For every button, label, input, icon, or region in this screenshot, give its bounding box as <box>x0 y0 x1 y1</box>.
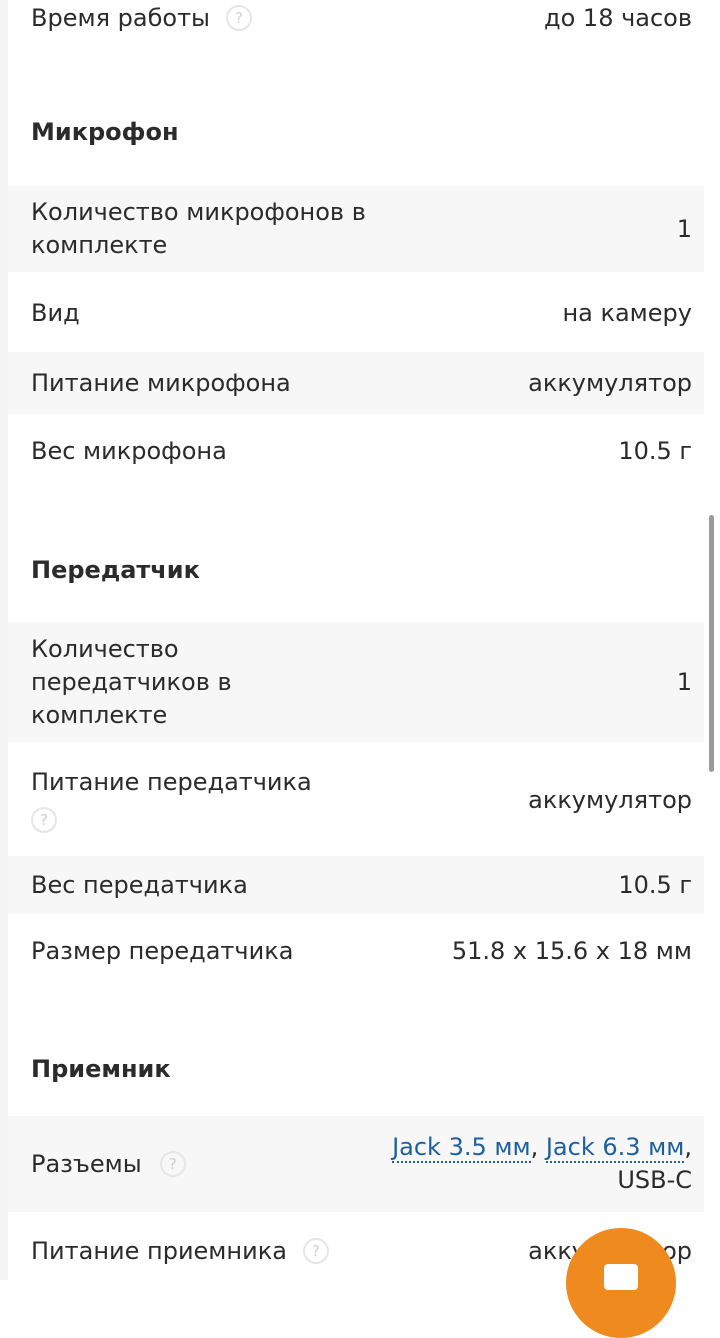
spec-label: Питание приемника ? <box>31 1235 329 1268</box>
scrollbar[interactable] <box>709 515 714 772</box>
spec-row-tx-size: Размер передатчика 51.8 x 15.6 x 18 мм <box>8 920 704 982</box>
help-icon[interactable]: ? <box>226 5 252 31</box>
spec-row-mic-count: Количество микрофонов в комплекте 1 <box>8 186 704 272</box>
section-title-receiver: Приемник <box>31 1055 171 1083</box>
help-icon[interactable]: ? <box>31 807 57 834</box>
spec-value: аккумулятор <box>528 785 692 814</box>
section-title-microphone: Микрофон <box>31 118 179 146</box>
spec-value: 10.5 г <box>618 870 692 899</box>
spec-label: Размер передатчика <box>31 936 294 965</box>
help-icon[interactable]: ? <box>159 1151 186 1177</box>
spec-value: 10.5 г <box>618 436 692 465</box>
connector-link-jack-6-3[interactable]: Jack 6.3 мм <box>545 1133 685 1163</box>
spec-label-text: Питание приемника <box>31 1236 287 1265</box>
spec-label: Питание микрофона <box>31 368 291 397</box>
spec-value: аккумулятор <box>528 368 692 397</box>
spec-value: до 18 часов <box>544 3 692 32</box>
spec-label: Количество передатчиков в комплекте <box>31 634 232 729</box>
left-edge <box>0 0 8 1280</box>
spec-label-text: Разъемы <box>31 1149 142 1178</box>
spec-label: Питание передатчика ? <box>31 766 312 834</box>
spec-value: 1 <box>676 214 692 243</box>
section-title-transmitter: Передатчик <box>31 556 200 584</box>
chat-icon <box>604 1264 638 1290</box>
spec-value: 51.8 x 15.6 x 18 мм <box>451 936 692 965</box>
spec-row-mic-weight: Вес микрофона 10.5 г <box>8 420 704 482</box>
chat-fab-button[interactable] <box>566 1228 676 1338</box>
spec-label: Разъемы ? <box>31 1148 186 1181</box>
spec-row-tx-weight: Вес передатчика 10.5 г <box>8 856 704 914</box>
spec-label: Вид <box>31 298 80 327</box>
spec-label: Количество микрофонов в комплекте <box>31 198 366 259</box>
connector-usb-c: USB-C <box>617 1166 692 1194</box>
spec-value: Jack 3.5 мм, Jack 6.3 мм, USB-C <box>392 1131 692 1197</box>
spec-label: Время работы ? <box>31 2 252 35</box>
spec-label-text: Питание передатчика <box>31 768 312 797</box>
spec-row-mic-type: Вид на камеру <box>8 282 704 344</box>
spec-label: Вес микрофона <box>31 436 227 465</box>
help-icon[interactable]: ? <box>302 1238 329 1264</box>
spec-row-rx-connectors: Разъемы ? Jack 3.5 мм, Jack 6.3 мм, USB-… <box>8 1116 704 1212</box>
spec-row-tx-power: Питание передатчика ? аккумулятор <box>8 752 704 848</box>
spec-row-tx-count: Количество передатчиков в комплекте 1 <box>8 622 704 742</box>
spec-label: Вес передатчика <box>31 870 248 899</box>
spec-value: 1 <box>676 667 692 696</box>
spec-row-work-time: Время работы ? до 18 часов <box>8 0 704 42</box>
spec-row-mic-power: Питание микрофона аккумулятор <box>8 352 704 414</box>
connector-link-jack-3-5[interactable]: Jack 3.5 мм <box>392 1133 531 1163</box>
spec-label-text: Время работы <box>31 3 210 32</box>
spec-value: на камеру <box>562 298 692 327</box>
